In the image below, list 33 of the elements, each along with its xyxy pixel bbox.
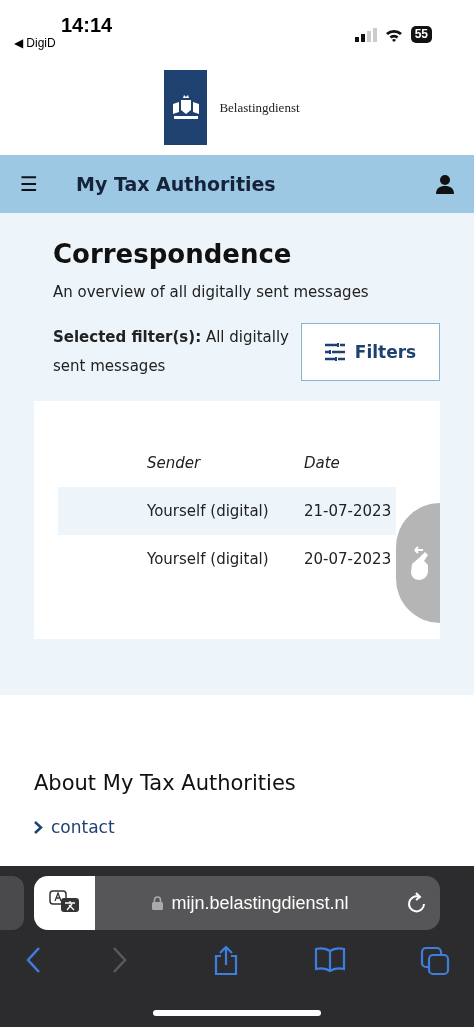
signal-icon [354,27,377,42]
translate-button[interactable] [34,876,95,930]
site-title: My Tax Authorities [76,173,277,195]
date-cell-text: 21-07-2023 [304,502,393,520]
selected-filter-text: Selected filter(s): All digitally sent messages [53,327,290,377]
battery-level: 55 [410,26,432,43]
filters-button[interactable]: Filters [301,323,440,381]
message-row[interactable]: Yourself (digital) 21-07-2023 [58,487,396,535]
reload-icon[interactable] [406,891,428,915]
column-header: Sender [147,454,202,472]
chevron-icon [34,820,43,834]
date-cell-text: 20-07-2023 [304,550,393,568]
bookmarks-icon[interactable] [313,946,346,972]
sender-cell-text: Yourself (digital) [147,550,270,568]
sliders-icon [324,343,345,361]
page-title: Correspondence [53,239,293,269]
contact-link[interactable]: contact [51,817,115,837]
share-icon[interactable] [213,946,239,976]
column-header: Date [304,454,341,472]
status-time: 14:14 [61,14,113,36]
user-icon[interactable] [436,174,454,194]
back-to-app-link[interactable]: ◀ DigiD [14,36,113,50]
brand-name: Belastingdienst [219,99,300,116]
lock-icon [152,896,164,910]
url-text: mijn.belastingdienst.nl [171,892,349,914]
message-row[interactable]: Yourself (digital) 20-07-2023 [58,535,396,583]
menu-icon[interactable]: ☰ [20,172,76,196]
page-subtitle: An overview of all digitally sent messages [53,283,370,301]
tabs-icon[interactable] [420,946,450,976]
address-bar[interactable]: mijn.belastingdienst.nl [34,876,440,930]
section-heading: About My Tax Authorities [34,771,297,795]
wifi-icon [384,27,403,42]
sender-cell-text: Yourself (digital) [147,502,270,520]
